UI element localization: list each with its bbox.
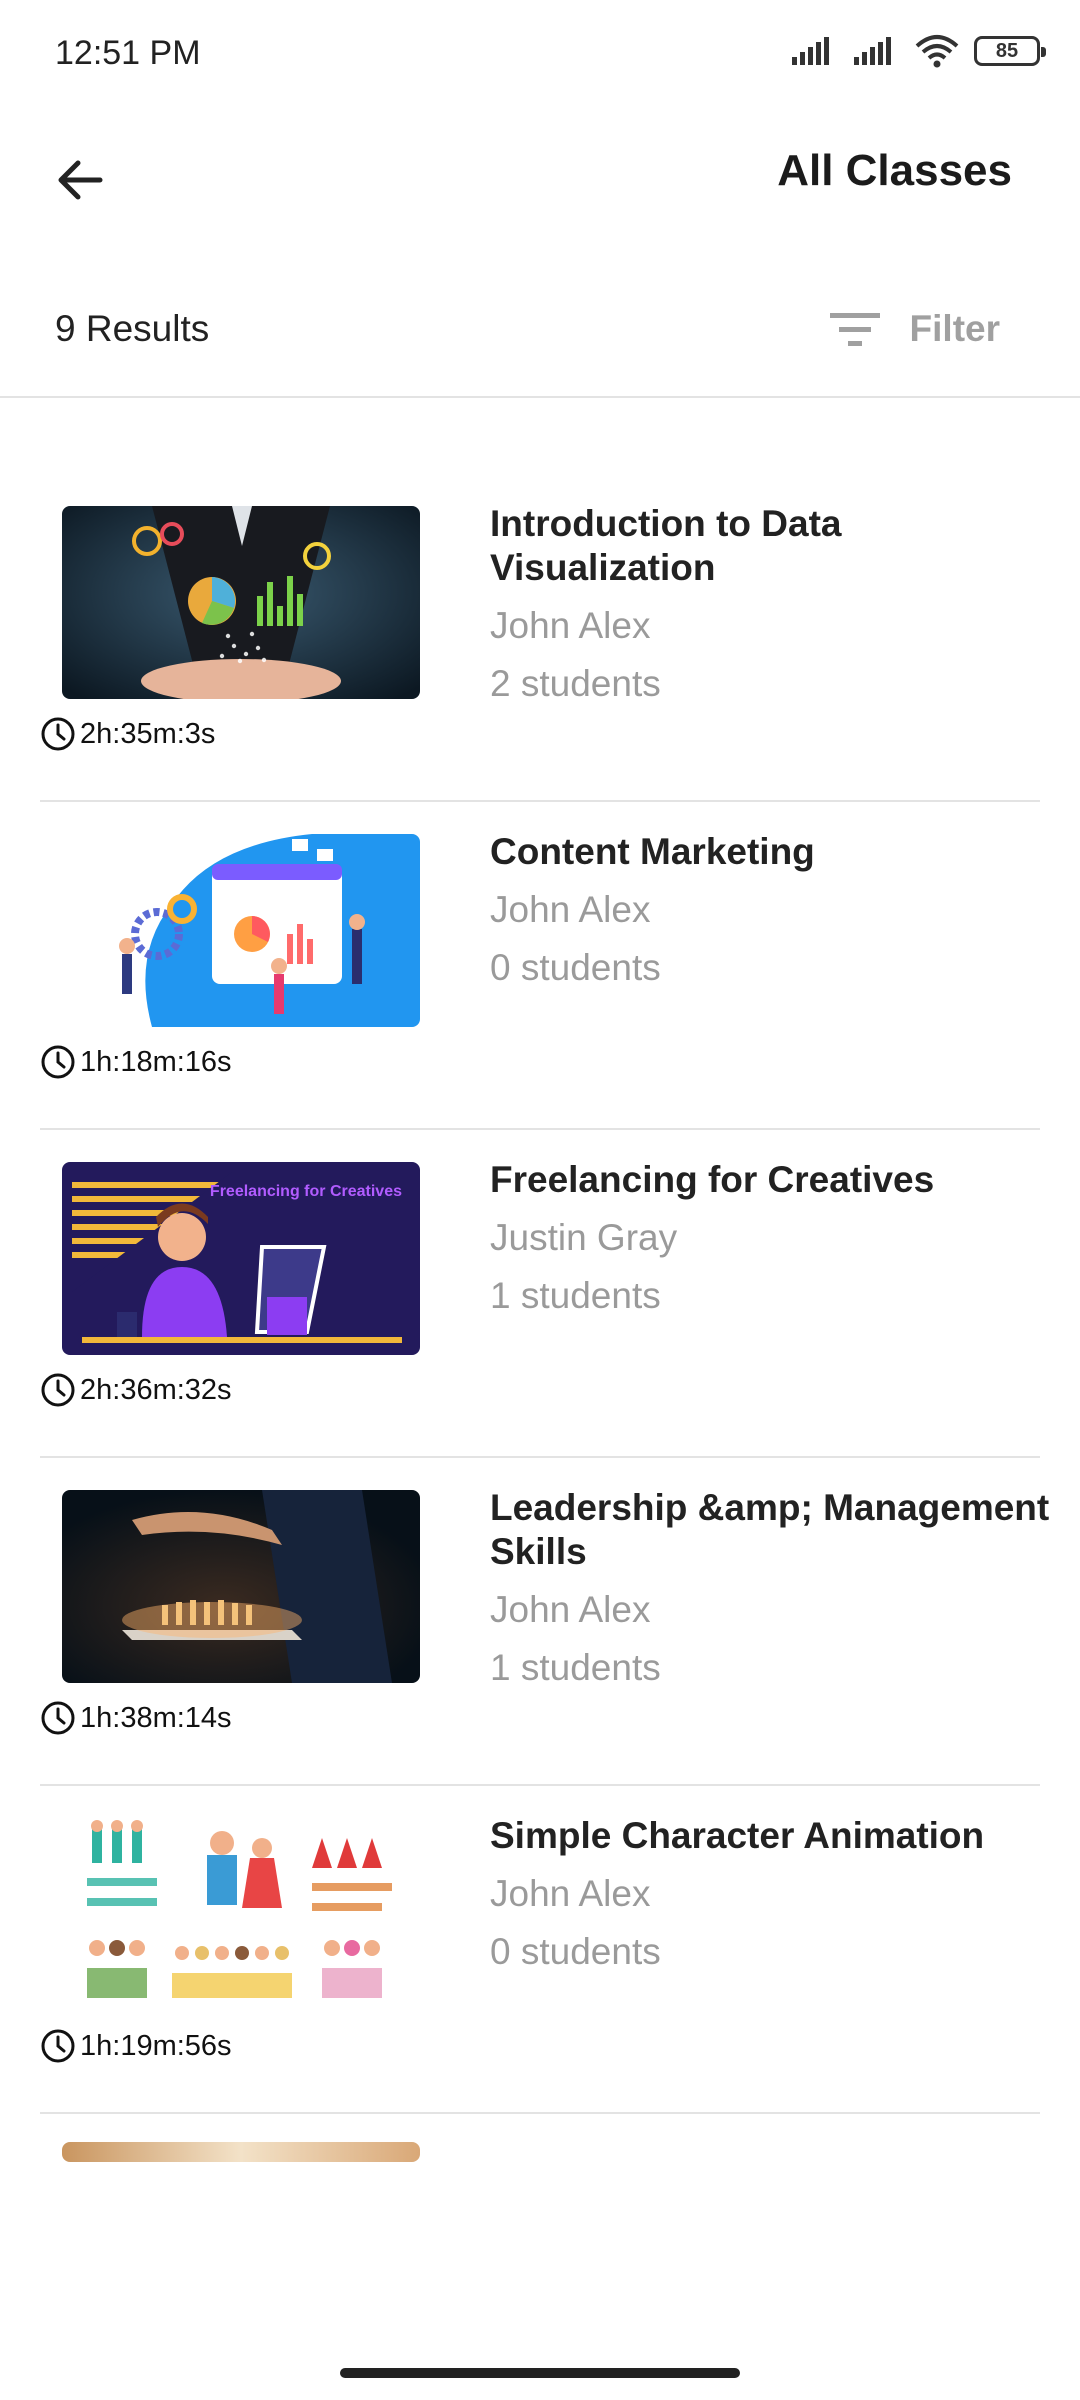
duration: 1h:38m:14s (40, 1700, 232, 1736)
app-bar: All Classes (0, 110, 1080, 230)
class-info: Simple Character Animation John Alex 0 s… (490, 1814, 1050, 1974)
class-author: Justin Gray (490, 1217, 678, 1258)
clock-icon (41, 1701, 75, 1735)
class-author: John Alex (490, 605, 651, 646)
class-card[interactable]: Freelancing for Creatives 2h:36m:32s Fre… (40, 1130, 1040, 1458)
page-title: All Classes (777, 146, 1012, 195)
status-time: 12:51 PM (55, 34, 201, 72)
clock-icon (41, 2029, 75, 2063)
class-students: 2 students (490, 663, 661, 704)
class-card[interactable]: 1h:38m:14s Leadership &amp; Management S… (40, 1458, 1049, 1786)
class-info: Freelancing for Creatives Justin Gray 1 … (490, 1158, 1050, 1318)
class-author: John Alex (490, 889, 651, 930)
signal-icon-2 (854, 37, 891, 65)
filter-icon (829, 313, 880, 346)
class-list: 2h:35m:3s Introduction to Data Visualiza… (0, 474, 1080, 2164)
results-count: 9 Results (55, 308, 210, 349)
class-thumbnail-partial (62, 2142, 420, 2162)
class-title: Content Marketing (490, 831, 815, 872)
duration: 1h:18m:16s (40, 1044, 232, 1080)
class-students: 0 students (490, 947, 661, 988)
filter-button[interactable]: Filter (828, 308, 1000, 350)
status-icons: 85 (790, 34, 1046, 68)
class-title: Freelancing for Creatives (490, 1159, 935, 1200)
signal-icon (792, 37, 829, 65)
class-thumbnail-leadership (62, 1490, 420, 1683)
class-card[interactable]: 1h:18m:16s Content Marketing John Alex 0… (40, 802, 1040, 1130)
class-author: John Alex (490, 1873, 651, 1914)
clock-icon (41, 1045, 75, 1079)
class-thumbnail-freelancing: Freelancing for Creatives (62, 1162, 420, 1355)
filter-label: Filter (909, 308, 1000, 349)
wifi-icon (915, 35, 959, 68)
class-thumbnail-content-marketing (62, 834, 420, 1027)
class-card[interactable]: 1h:19m:56s Simple Character Animation Jo… (40, 1786, 1040, 2114)
class-info: Content Marketing John Alex 0 students (490, 830, 1050, 990)
battery-icon: 85 (974, 36, 1046, 66)
clock-icon (41, 1373, 75, 1407)
duration-text: 2h:36m:32s (80, 1373, 232, 1406)
class-students: 0 students (490, 1931, 661, 1972)
duration-text: 1h:19m:56s (80, 2029, 232, 2062)
status-bar: 12:51 PM 85 (0, 0, 1080, 110)
class-title: Leadership &amp; Management Skills (490, 1487, 1050, 1572)
clock-icon (41, 717, 75, 751)
class-title: Introduction to Data Visualization (490, 503, 842, 588)
results-bar: 9 Results Filter (0, 290, 1080, 398)
class-title: Simple Character Animation (490, 1815, 985, 1856)
home-indicator[interactable] (340, 2368, 740, 2378)
class-info: Leadership &amp; Management Skills John … (490, 1486, 1050, 1690)
duration-text: 2h:35m:3s (80, 717, 216, 750)
class-thumbnail-character-animation (62, 1818, 420, 2011)
thumbnail-title-text: Freelancing for Creatives (210, 1183, 402, 1200)
class-thumbnail-data-visualization (62, 506, 420, 699)
class-info: Introduction to Data Visualization John … (490, 502, 1050, 706)
duration: 2h:36m:32s (40, 1372, 232, 1408)
duration-text: 1h:18m:16s (80, 1045, 232, 1078)
class-card[interactable]: 2h:35m:3s Introduction to Data Visualiza… (40, 474, 1040, 802)
class-author: John Alex (490, 1589, 651, 1630)
back-arrow-icon[interactable] (50, 150, 110, 210)
class-card[interactable] (40, 2114, 1040, 2164)
duration-text: 1h:38m:14s (80, 1701, 232, 1734)
duration: 2h:35m:3s (40, 716, 215, 752)
class-students: 1 students (490, 1647, 661, 1688)
class-students: 1 students (490, 1275, 661, 1316)
duration: 1h:19m:56s (40, 2028, 232, 2064)
